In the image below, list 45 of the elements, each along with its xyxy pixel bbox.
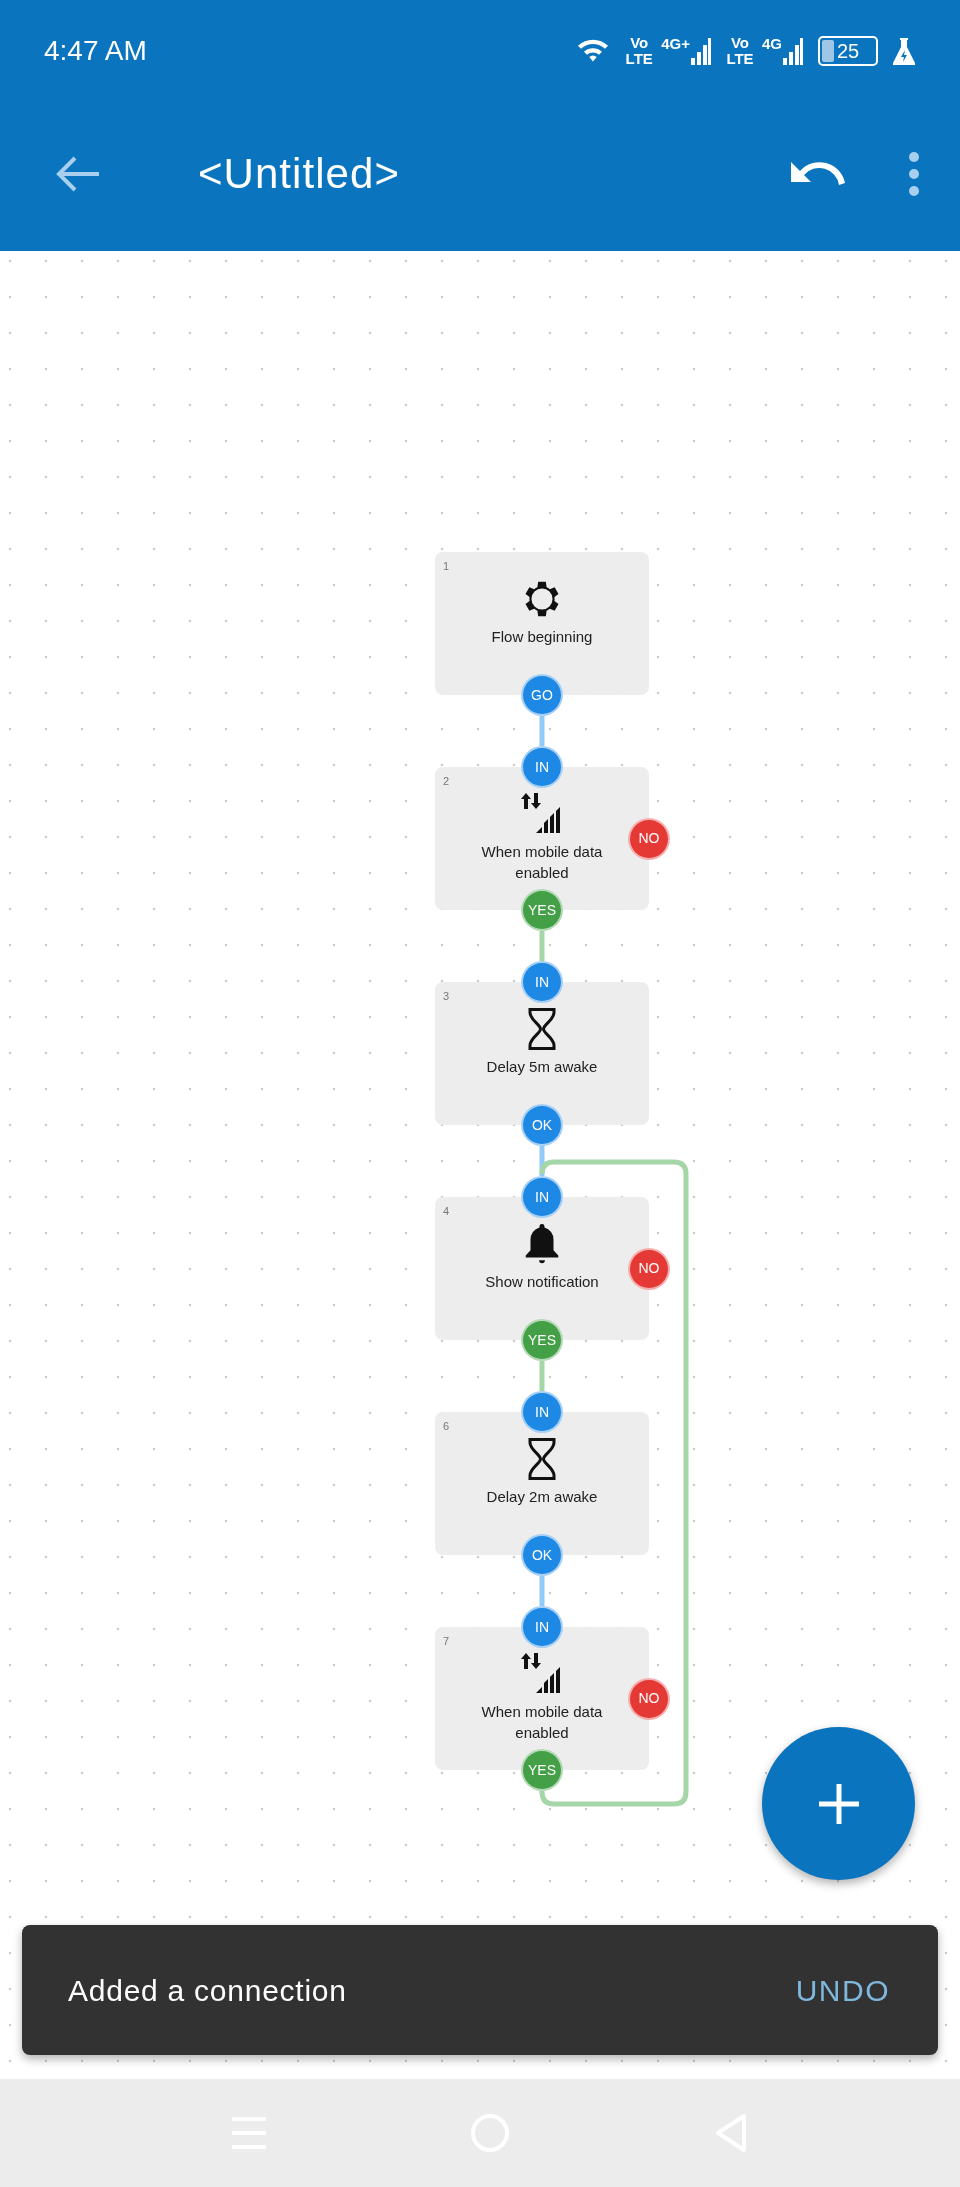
app-bar-title: <Untitled>	[198, 149, 401, 199]
port-badge[interactable]: YES	[521, 1749, 563, 1791]
node-number: 1	[443, 559, 450, 574]
port-badge[interactable]: IN	[521, 1391, 563, 1433]
port-badge[interactable]: IN	[521, 746, 563, 788]
more-options-icon	[908, 150, 920, 197]
plus-icon	[816, 1781, 861, 1826]
connector-line	[539, 1146, 545, 1176]
port-badge[interactable]: GO	[521, 674, 563, 716]
port-badge[interactable]: OK	[521, 1104, 563, 1146]
node-number: 7	[443, 1634, 450, 1649]
node-number: 4	[443, 1204, 450, 1219]
port-badge[interactable]: OK	[521, 1534, 563, 1576]
snackbar-undo-button[interactable]: UNDO	[795, 1967, 890, 2013]
connector-line	[539, 716, 545, 746]
hourglass-icon	[527, 1436, 557, 1482]
status-time: 4:47 AM	[44, 34, 147, 68]
snackbar-message: Added a connection	[68, 1972, 347, 2009]
battery-indicator: 25	[818, 36, 878, 66]
node-label: Show notification	[484, 1272, 600, 1292]
node-label: When mobile data enabled	[480, 1702, 604, 1743]
port-badge[interactable]: IN	[521, 1606, 563, 1648]
node-number: 2	[443, 774, 450, 789]
node-number: 3	[443, 989, 450, 1004]
volte-label: Vo LTE	[726, 35, 754, 67]
connector-line	[539, 1361, 545, 1391]
hourglass-icon	[527, 1006, 557, 1052]
connector-line	[539, 1576, 545, 1606]
add-button[interactable]	[762, 1727, 915, 1880]
node-label: Delay 2m awake	[485, 1487, 599, 1507]
volte-label: Vo LTE	[625, 35, 654, 67]
network-type-label: 4G	[762, 36, 782, 51]
port-badge[interactable]: IN	[521, 1176, 563, 1218]
node-label: Delay 5m awake	[485, 1057, 599, 1077]
flask-icon	[892, 36, 916, 66]
node-label: When mobile data enabled	[480, 842, 604, 883]
port-badge[interactable]: IN	[521, 961, 563, 1003]
port-badge[interactable]: YES	[521, 889, 563, 931]
signal-icon	[782, 36, 804, 66]
network-type-label: 4G+	[661, 36, 690, 51]
port-badge[interactable]: YES	[521, 1319, 563, 1361]
node-number: 6	[443, 1419, 450, 1434]
node-label: Flow beginning	[490, 627, 594, 647]
signal-icon	[690, 36, 712, 66]
connector-line	[539, 931, 545, 961]
